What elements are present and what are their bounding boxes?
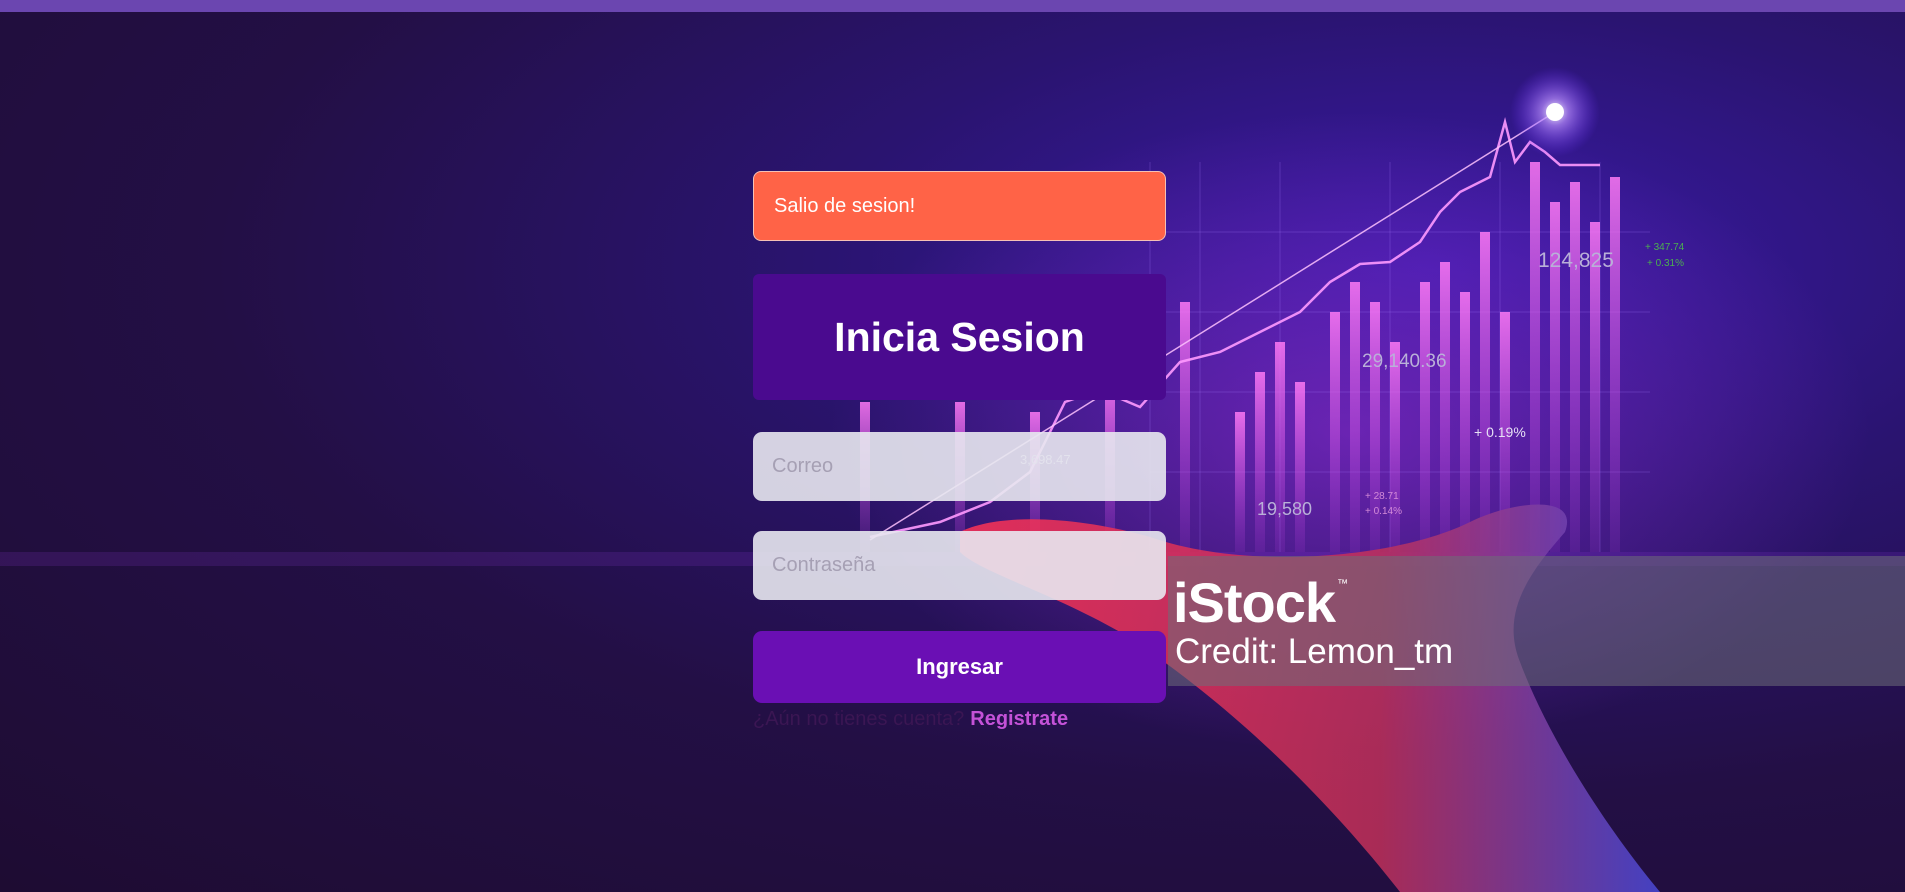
background-stat-label: 124,825 (1538, 249, 1614, 272)
alert-message: Salio de sesion! (774, 194, 916, 217)
top-bar (0, 0, 1905, 12)
password-field[interactable] (753, 531, 1166, 600)
istock-brand: iStock (1173, 571, 1336, 634)
register-link[interactable]: Registrate (970, 708, 1068, 730)
background-stat-label: + 347.74 (1645, 242, 1685, 253)
login-title-box: Inicia Sesion (753, 274, 1166, 400)
page-title: Inicia Sesion (834, 313, 1085, 360)
register-prompt: ¿Aún no tienes cuenta? (753, 708, 965, 730)
background-stat-label: + 0.19% (1474, 424, 1526, 440)
background-stat-label: 29,140.36 (1362, 351, 1447, 372)
register-line: ¿Aún no tienes cuenta? Registrate (753, 708, 1068, 731)
background-stat-label: 19,580 (1257, 499, 1312, 519)
istock-logo: iStock ™ (1173, 570, 1348, 635)
background-stat-label: + 0.14% (1365, 506, 1402, 517)
login-button[interactable]: Ingresar (753, 631, 1166, 703)
background-stat-label: + 0.31% (1647, 258, 1684, 269)
watermark-credit: Credit: Lemon_tm (1175, 632, 1454, 671)
logout-alert: Salio de sesion! (753, 171, 1166, 241)
background-stat-label: + 28.71 (1365, 491, 1399, 502)
email-field[interactable] (753, 432, 1166, 501)
istock-trademark: ™ (1337, 578, 1348, 590)
